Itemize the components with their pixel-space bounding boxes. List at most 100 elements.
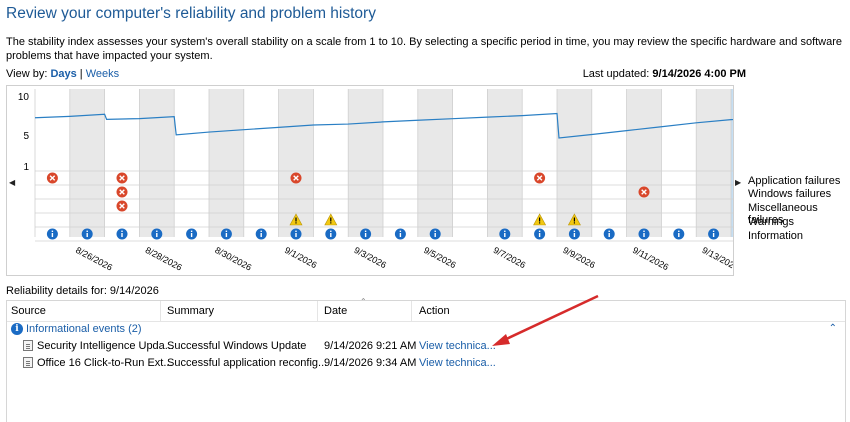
row-summary: Successful application reconfig... — [167, 357, 328, 369]
info-mark — [712, 233, 715, 237]
info-mark — [86, 233, 88, 237]
day-column — [348, 89, 383, 237]
row-date: 9/14/2026 9:34 AM — [324, 357, 417, 369]
info-mark — [678, 233, 680, 237]
day-column — [209, 89, 244, 237]
day-column — [591, 89, 627, 237]
day-column — [452, 89, 488, 237]
day-column — [383, 89, 418, 237]
view-by-control: View by: Days | Weeks — [6, 68, 119, 80]
x-tick-label: 9/7/2026 — [492, 245, 528, 270]
column-header-summary[interactable]: Summary — [167, 305, 214, 317]
row-date: 9/14/2026 9:21 AM — [324, 340, 417, 352]
info-dot — [260, 230, 262, 232]
table-row[interactable]: Security Intelligence Upda... Successful… — [7, 338, 845, 354]
info-mark — [643, 233, 645, 237]
y-tick-label: 10 — [18, 92, 30, 103]
day-column — [174, 89, 209, 237]
info-mark — [190, 233, 193, 237]
y-tick-label: 1 — [23, 162, 29, 173]
info-mark — [51, 233, 54, 237]
y-tick-label: 5 — [23, 131, 29, 142]
last-updated-value: 9/14/2026 4:00 PM — [652, 68, 746, 80]
document-icon — [23, 357, 33, 368]
warning-dot — [330, 222, 332, 224]
info-circle-icon: i — [11, 322, 23, 335]
row-source: Security Intelligence Upda... — [37, 340, 174, 352]
column-header-action[interactable]: Action — [419, 305, 450, 317]
warning-dot — [539, 222, 541, 224]
info-dot — [504, 230, 506, 232]
x-tick-label: 8/26/2026 — [74, 245, 114, 273]
day-column — [35, 89, 70, 237]
view-technical-details-link[interactable]: View technica... — [419, 340, 496, 352]
info-mark — [156, 233, 158, 237]
last-updated: Last updated: 9/14/2026 4:00 PM — [583, 68, 746, 80]
info-dot — [712, 230, 715, 232]
warning-mark — [539, 217, 541, 222]
document-icon — [23, 340, 33, 351]
reliability-details-label: Reliability details for: 9/14/2026 — [6, 285, 159, 297]
info-dot — [399, 230, 402, 232]
page-title: Review your computer's reliability and p… — [6, 5, 376, 22]
view-technical-details-link[interactable]: View technica... — [419, 357, 496, 369]
column-header-date[interactable]: Date — [324, 305, 347, 317]
x-tick-label: 9/9/2026 — [561, 245, 597, 270]
info-mark — [225, 233, 228, 237]
info-dot — [86, 230, 88, 232]
legend-warnings: Warnings — [748, 216, 795, 228]
day-column — [626, 89, 662, 237]
view-by-label: View by: — [6, 68, 48, 80]
day-column — [243, 89, 279, 237]
x-tick-label: 9/5/2026 — [422, 245, 458, 270]
info-dot — [156, 230, 158, 232]
info-dot — [121, 230, 123, 232]
view-days-link[interactable]: Days — [50, 68, 76, 80]
day-column — [661, 89, 697, 237]
info-mark — [330, 233, 332, 237]
group-label: Informational events (2) — [26, 322, 142, 335]
warning-dot — [295, 222, 297, 224]
info-dot — [295, 230, 297, 232]
view-separator: | — [79, 68, 83, 80]
info-mark — [260, 233, 262, 237]
info-dot — [51, 230, 54, 232]
day-column — [139, 89, 175, 237]
x-tick-label: 9/3/2026 — [352, 245, 388, 270]
table-header: Source Summary Date Action — [7, 301, 845, 322]
warning-dot — [573, 222, 575, 224]
info-dot — [643, 230, 645, 232]
warning-mark — [295, 217, 297, 222]
info-dot — [330, 230, 332, 232]
x-tick-label: 9/1/2026 — [283, 245, 319, 270]
info-mark — [364, 233, 367, 237]
reliability-chart-svg[interactable]: 10 5 1 8/26/2026 8/28/2026 8/30/2026 9/1/2026 9… — [7, 86, 733, 275]
x-tick-label: 9/11/2026 — [631, 245, 670, 272]
chevron-up-icon[interactable]: ⌃ — [829, 323, 837, 334]
chevron-right-icon[interactable]: ▶ — [735, 178, 741, 187]
info-dot — [573, 230, 576, 232]
day-column — [696, 89, 731, 237]
legend-windows-failures: Windows failures — [748, 188, 832, 200]
last-updated-label: Last updated: — [582, 68, 650, 80]
info-mark — [504, 233, 506, 237]
info-dot — [538, 230, 541, 232]
info-dot — [225, 230, 228, 232]
page-description: The stability index assesses your system… — [6, 36, 843, 62]
chevron-left-icon[interactable]: ◀ — [9, 178, 15, 187]
info-mark — [295, 233, 297, 237]
warning-mark — [330, 217, 332, 222]
info-dot — [190, 230, 193, 232]
x-tick-label: 8/30/2026 — [213, 245, 253, 273]
reliability-chart[interactable]: 10 5 1 8/26/2026 8/28/2026 8/30/2026 9/1/2026 9… — [6, 85, 734, 276]
warning-mark — [573, 217, 575, 222]
info-dot — [678, 230, 680, 232]
info-mark — [538, 233, 541, 237]
info-dot — [608, 230, 610, 232]
column-header-source[interactable]: Source — [11, 305, 46, 317]
view-weeks-link[interactable]: Weeks — [86, 68, 119, 80]
table-row[interactable]: Office 16 Click-to-Run Ext... Successful… — [7, 355, 845, 371]
row-source: Office 16 Click-to-Run Ext... — [37, 357, 173, 369]
group-informational-events[interactable]: i Informational events (2) — [11, 321, 142, 336]
info-mark — [573, 233, 576, 237]
